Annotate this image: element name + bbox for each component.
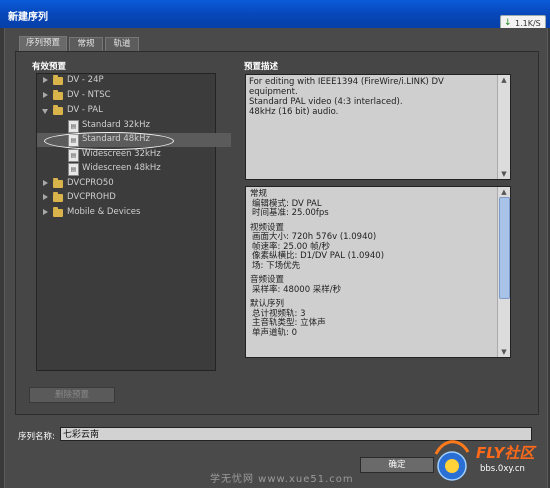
description-heading: 预置描述 [244,62,279,72]
tree-item-label: Mobile & Devices [67,207,141,217]
tree-item-standard-48khz[interactable]: ▤ Standard 48kHz [37,133,231,147]
expand-arrow-icon[interactable] [43,180,48,186]
tab-tracks[interactable]: 轨道 [105,37,139,51]
expand-arrow-icon[interactable] [43,92,48,98]
collapse-arrow-icon[interactable] [42,109,48,114]
description-line: Standard PAL video (4:3 interlaced). [249,97,403,107]
delete-preset-button[interactable]: 删除预置 [29,387,115,403]
tree-item-standard-32khz[interactable]: ▤ Standard 32kHz [37,119,231,133]
fly-logo-url: bbs.0xy.cn [480,464,525,474]
tree-item-dv-24p[interactable]: DV - 24P [37,74,231,88]
properties-scrollbar[interactable]: ▲ ▼ [497,187,510,357]
scroll-down-icon[interactable]: ▼ [500,348,508,356]
window-title: 新建序列 [8,12,48,23]
scrollbar-thumb[interactable] [499,197,510,299]
preset-tree: DV - 24P DV - NTSC DV - PAL ▤ Standard 3… [36,73,231,371]
sequence-name-label: 序列名称: [18,432,55,442]
folder-icon [53,178,63,188]
property-line: 场: 下场优先 [252,260,301,271]
tree-item-label: Widescreen 48kHz [82,163,161,173]
tree-item-label: Widescreen 32kHz [82,149,161,159]
preset-description-box: For editing with IEEE1394 (FireWire/i.LI… [245,74,511,180]
folder-icon [53,75,63,85]
folder-icon [53,90,63,100]
preset-file-icon: ▤ [68,163,79,176]
description-line: For editing with IEEE1394 (FireWire/i.LI… [249,77,444,97]
expand-arrow-icon[interactable] [43,194,48,200]
property-line: 采样率: 48000 采样/秒 [252,284,342,295]
window-titlebar: 新建序列 ↓ 1.1K/S [0,0,550,34]
scroll-down-icon[interactable]: ▼ [500,170,508,178]
property-line: 时间基准: 25.00fps [252,208,329,218]
tree-item-label: DV - NTSC [67,90,111,100]
download-arrow-icon: ↓ [504,18,512,28]
tree-item-widescreen-48khz[interactable]: ▤ Widescreen 48kHz [37,162,231,176]
expand-arrow-icon[interactable] [43,209,48,215]
property-line: 单声道轨: 0 [252,327,297,338]
tree-item-label: DV - 24P [67,75,104,85]
description-line: 48kHz (16 bit) audio. [249,107,339,117]
tree-item-label: Standard 32kHz [82,120,150,130]
preset-file-icon: ▤ [68,134,79,147]
scroll-up-icon[interactable]: ▲ [500,188,508,196]
watermark-text: 学无忧网 www.xue51.com [210,474,354,485]
description-text: For editing with IEEE1394 (FireWire/i.LI… [249,77,489,117]
ok-button[interactable]: 确定 [360,457,434,473]
tree-item-label: DVCPRO50 [67,178,114,188]
tree-item-label: Standard 48kHz [82,134,150,144]
tree-item-dv-pal[interactable]: DV - PAL [37,104,231,118]
preset-properties-box: 常规 编辑模式: DV PAL 时间基准: 25.00fps 视频设置 画面大小… [245,186,511,358]
fly-logo-text: FLY社区 [476,444,535,462]
folder-icon [53,192,63,202]
tree-item-mobile-devices[interactable]: Mobile & Devices [37,206,231,220]
tab-sequence-presets[interactable]: 序列预置 [19,36,67,52]
description-scrollbar[interactable]: ▲ ▼ [497,75,510,179]
scroll-up-icon[interactable]: ▲ [500,76,508,84]
tree-item-label: DV - PAL [67,105,103,115]
properties-content: 常规 编辑模式: DV PAL 时间基准: 25.00fps 视频设置 画面大小… [250,189,490,338]
folder-open-icon [53,105,63,115]
tree-item-dv-ntsc[interactable]: DV - NTSC [37,89,231,103]
preset-file-icon: ▤ [68,149,79,162]
presets-heading: 有效预置 [32,62,67,72]
tree-item-dvcprohd[interactable]: DVCPROHD [37,191,231,205]
tree-item-dvcpro50[interactable]: DVCPRO50 [37,177,231,191]
expand-arrow-icon[interactable] [43,77,48,83]
tab-general[interactable]: 常规 [69,37,103,51]
download-speed: 1.1K/S [515,19,541,28]
tree-item-label: DVCPROHD [67,192,116,202]
tree-item-widescreen-32khz[interactable]: ▤ Widescreen 32kHz [37,148,231,162]
preset-file-icon: ▤ [68,120,79,133]
folder-icon [53,207,63,217]
